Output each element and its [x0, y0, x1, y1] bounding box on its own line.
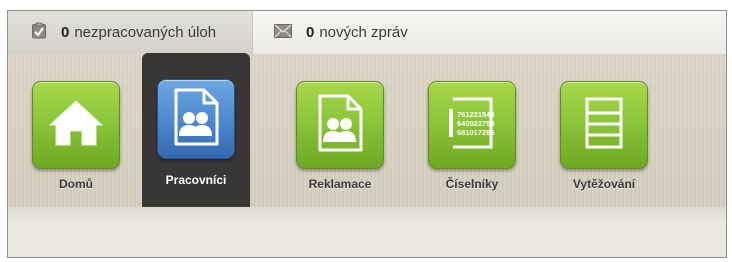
codelist-number-3: 681017286	[457, 128, 495, 137]
number-list-icon: 761221543 640922753 681017286	[445, 95, 499, 156]
list-rows-icon	[584, 96, 624, 155]
menu-item-extraction[interactable]: Vytěžování	[550, 55, 658, 205]
app-frame: 0 nezpracovaných úloh 0 nových zpráv Dom…	[7, 10, 727, 258]
menu-item-staff[interactable]: Pracovníci	[142, 53, 250, 209]
task-clipboard-icon	[31, 22, 47, 43]
messages-count: 0	[306, 24, 315, 41]
notification-bar: 0 nezpracovaných úloh 0 nových zpráv	[8, 11, 726, 55]
content-area	[8, 207, 726, 257]
people-document-icon	[172, 88, 220, 151]
menu-item-home[interactable]: Domů	[22, 55, 130, 205]
menu-item-label: Reklamace	[308, 177, 372, 191]
tasks-label: nezpracovaných úloh	[74, 24, 217, 41]
main-menu: Domů Pracovníci Reklamace 761221543 6409…	[8, 53, 726, 209]
menu-item-label: Domů	[59, 177, 93, 191]
codelists-tile: 761221543 640922753 681017286	[428, 81, 516, 169]
menu-item-complaints[interactable]: Reklamace	[286, 55, 394, 205]
menu-item-label: Pracovníci	[165, 173, 227, 187]
staff-tile	[157, 79, 235, 159]
messages-tab[interactable]: 0 nových zpráv	[254, 11, 408, 54]
envelope-icon	[274, 23, 292, 42]
extraction-tile	[560, 81, 648, 169]
codelist-number-2: 640922753	[457, 119, 495, 128]
codelist-number-1: 761221543	[457, 110, 495, 119]
complaints-tile	[296, 81, 384, 169]
menu-item-label: Vytěžování	[572, 177, 636, 191]
tasks-tab[interactable]: 0 nezpracovaných úloh	[8, 11, 253, 54]
menu-item-codelists[interactable]: 761221543 640922753 681017286 Číselníky	[418, 55, 526, 205]
home-icon	[47, 98, 105, 153]
tasks-count: 0	[61, 24, 70, 41]
people-document-icon	[316, 94, 364, 157]
home-tile	[32, 81, 120, 169]
menu-item-label: Číselníky	[445, 177, 499, 191]
messages-label: nových zpráv	[319, 24, 408, 41]
